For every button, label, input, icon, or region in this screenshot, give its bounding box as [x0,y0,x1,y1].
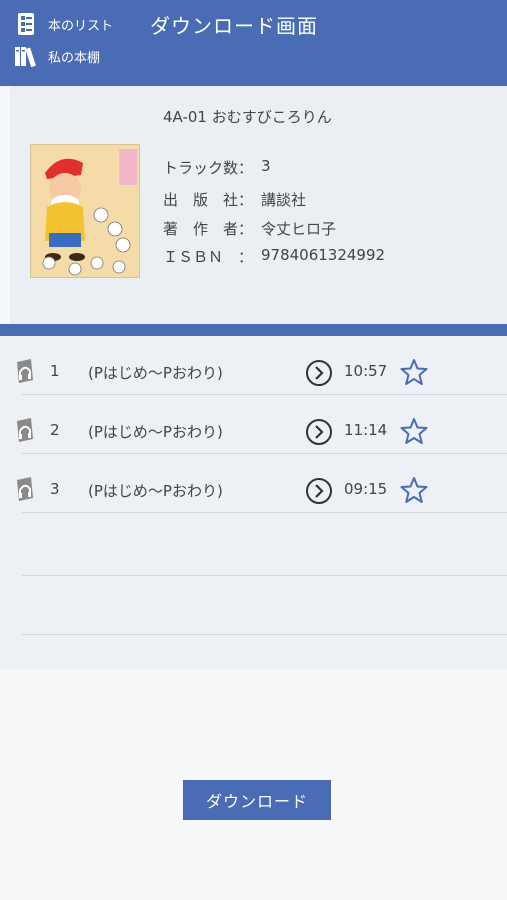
nav-bookshelf[interactable]: 私の本棚 [14,43,100,69]
publisher-label: 出 版 社： [163,191,254,209]
audio-book-icon [14,417,36,443]
track-count-label: トラック数： [163,159,254,177]
bookshelf-icon [14,43,40,69]
publisher-value: 講談社 [261,191,307,209]
page-title: ダウンロード画面 [150,14,318,38]
track-row[interactable]: 3 (Pはじめ〜Pおわり) 09:15 [0,454,507,513]
track-name: (Pはじめ〜Pおわり) [88,364,223,382]
author-row: 著 作 者： 令丈ヒロ子 [163,218,336,239]
nav-book-list[interactable]: 本のリスト [14,11,113,37]
track-duration: 09:15 [344,480,388,498]
track-name: (Pはじめ〜Pおわり) [88,482,223,500]
play-icon[interactable] [305,418,333,446]
track-count-row: トラック数： 3 [163,157,271,178]
author-label: 著 作 者： [163,220,254,238]
track-number: 2 [50,421,60,439]
isbn-label: ＩＳＢＮ ： [163,248,254,266]
track-duration: 10:57 [344,362,388,380]
play-icon[interactable] [305,477,333,505]
isbn-row: ＩＳＢＮ ： 9784061324992 [163,246,385,267]
author-value: 令丈ヒロ子 [261,220,337,238]
download-button[interactable]: ダウンロード [183,780,331,820]
publisher-row: 出 版 社： 講談社 [163,189,306,210]
header-bar: 本のリスト 私の本棚 ダウンロード画面 [0,0,507,86]
row-divider [22,634,507,635]
book-cover-image [30,144,140,278]
track-count-value: 3 [261,157,271,175]
isbn-value: 9784061324992 [261,246,386,264]
track-number: 1 [50,362,60,380]
audio-book-icon [14,358,36,384]
track-row[interactable]: 1 (Pはじめ〜Pおわり) 10:57 [0,336,507,395]
row-divider [22,512,507,513]
book-title: 4A-01 おむすびころりん [163,108,332,126]
audio-book-icon [14,476,36,502]
star-icon[interactable] [400,476,428,504]
book-list-icon [14,11,40,37]
track-duration: 11:14 [344,421,388,439]
nav-bookshelf-label: 私の本棚 [48,50,101,66]
nav-book-list-label: 本のリスト [48,18,114,34]
star-icon[interactable] [400,358,428,386]
track-list: 1 (Pはじめ〜Pおわり) 10:57 2 (Pはじめ〜Pおわり) 11:14 … [0,336,507,670]
track-number: 3 [50,480,60,498]
section-divider [0,324,507,336]
track-name: (Pはじめ〜Pおわり) [88,423,223,441]
row-divider [22,575,507,576]
play-icon[interactable] [305,359,333,387]
track-row[interactable]: 2 (Pはじめ〜Pおわり) 11:14 [0,395,507,454]
star-icon[interactable] [400,417,428,445]
